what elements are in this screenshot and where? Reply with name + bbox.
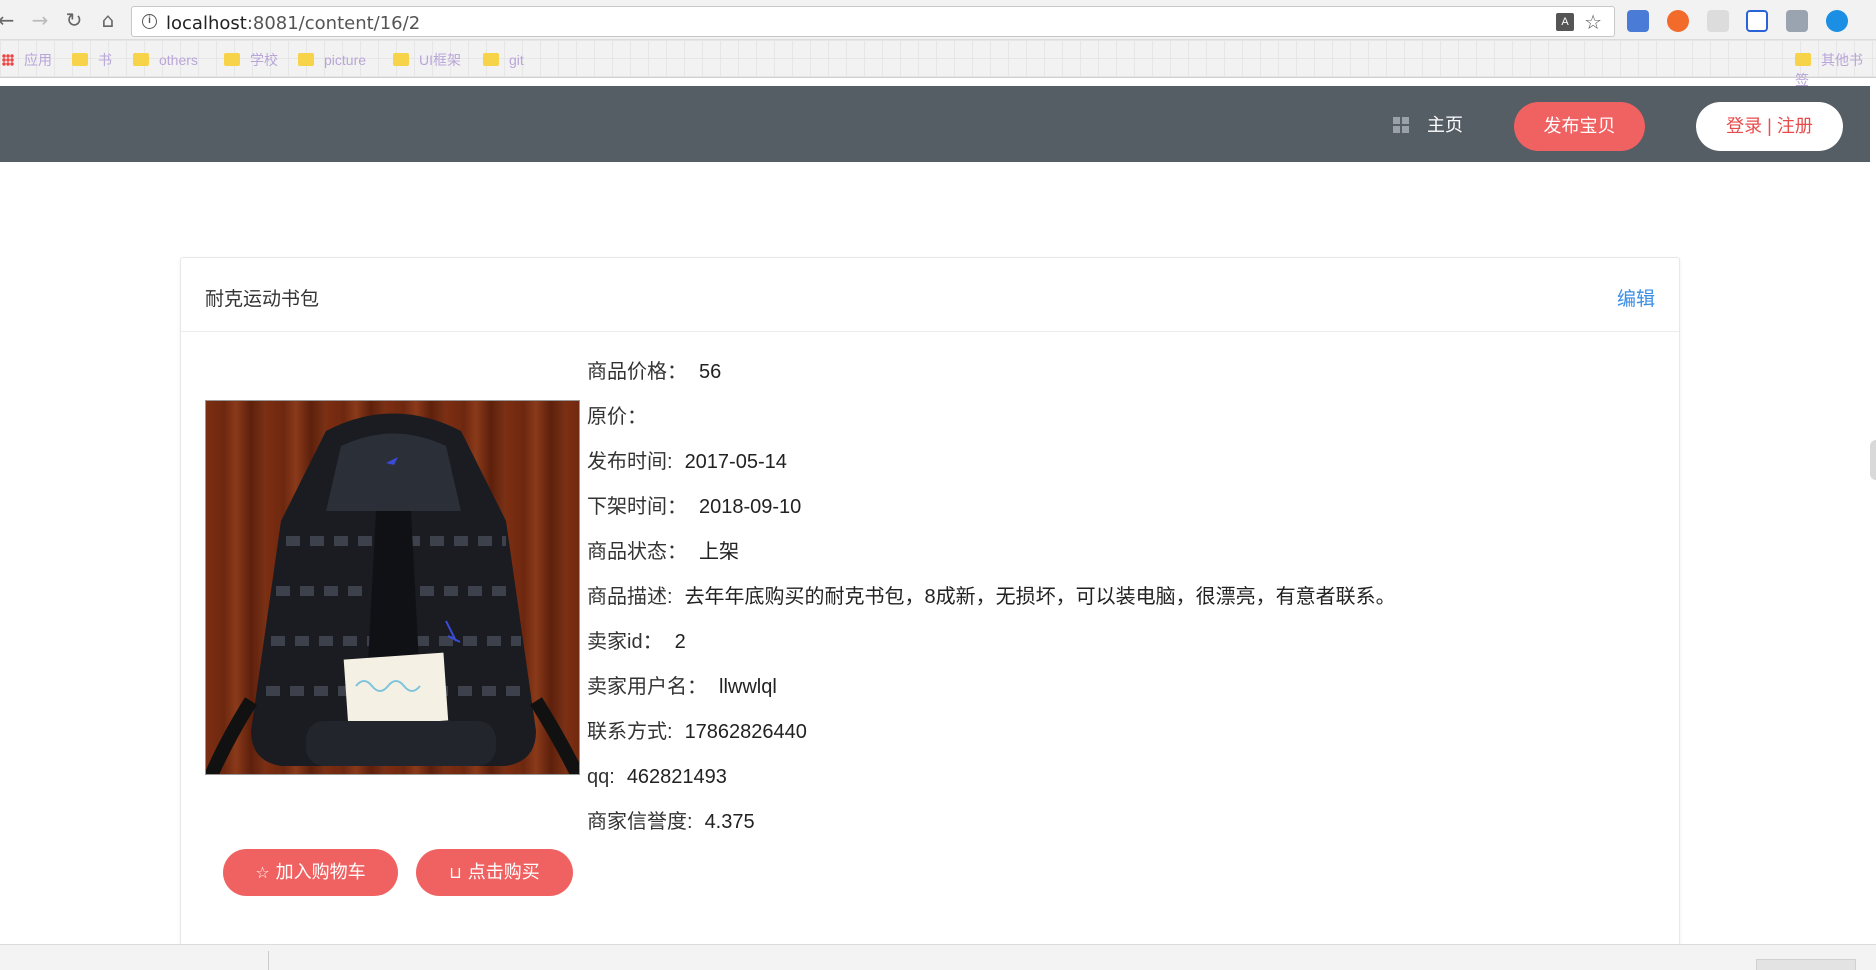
detail-label: 商家信誉度:	[587, 811, 693, 833]
detail-label: 卖家id：	[587, 631, 663, 653]
url-path: :8081/content/16/2	[246, 13, 421, 34]
add-to-cart-button[interactable]: ☆ 加入购物车	[223, 849, 398, 896]
download-extension-icon[interactable]	[1786, 10, 1808, 32]
detail-value: 56	[699, 361, 722, 383]
forward-icon[interactable]: →	[28, 8, 52, 32]
folder-icon	[1795, 53, 1811, 66]
google-translate-extension-icon[interactable]	[1627, 10, 1649, 32]
bookmark-apps[interactable]: 应用	[2, 50, 52, 70]
detail-label: 下架时间：	[587, 496, 687, 518]
buy-now-button[interactable]: ⊔ 点击购买	[416, 849, 573, 896]
url-host: localhost	[166, 13, 247, 34]
blue-extension-icon[interactable]	[1746, 10, 1768, 32]
detail-description: 商品描述: 去年年底购买的耐克书包，8成新，无损坏，可以装电脑，很漂亮，有意者联系…	[587, 583, 1396, 611]
bookmark-label: 学校	[250, 52, 278, 68]
detail-seller-username: 卖家用户名： llwwlql	[587, 673, 777, 701]
detail-label: 商品价格：	[587, 361, 687, 383]
show-all-button[interactable]	[1756, 959, 1856, 970]
folder-icon	[72, 53, 88, 66]
home-label: 主页	[1427, 115, 1463, 135]
star-icon: ☆	[255, 863, 270, 882]
detail-value: 上架	[699, 541, 739, 563]
detail-label: 卖家用户名：	[587, 676, 707, 698]
detail-value: 462821493	[626, 766, 727, 788]
folder-icon	[298, 53, 314, 66]
bookmark-label: others	[159, 52, 198, 68]
card-header: 耐克运动书包 编辑	[181, 258, 1679, 332]
detail-value: 4.375	[704, 811, 755, 833]
info-icon[interactable]: i	[142, 14, 157, 29]
bookmark-label: picture	[324, 52, 367, 68]
folder-icon	[133, 53, 149, 66]
detail-label: 商品状态：	[587, 541, 687, 563]
bookmark-label: 书	[98, 52, 112, 68]
detail-label: qq:	[587, 766, 615, 788]
login-link[interactable]: 登录	[1726, 116, 1762, 136]
app-header: 主页 发布宝贝 登录 | 注册	[0, 86, 1870, 162]
edge-extension-icon[interactable]	[1826, 10, 1848, 32]
home-nav-link[interactable]: 主页	[1393, 114, 1463, 136]
translate-icon[interactable]: A	[1556, 13, 1574, 31]
detail-value: 2	[674, 631, 686, 653]
product-image	[205, 400, 580, 775]
back-icon[interactable]: ←	[0, 8, 18, 32]
detail-value: llwwlql	[719, 676, 777, 698]
detail-value: 2018-09-10	[699, 496, 802, 518]
detail-credit: 商家信誉度: 4.375	[587, 808, 755, 836]
detail-seller-id: 卖家id： 2	[587, 628, 686, 656]
bookmark-star-icon[interactable]: ☆	[1584, 10, 1602, 35]
address-bar[interactable]: i localhost:8081/content/16/2 A ☆	[131, 6, 1615, 37]
detail-value: 去年年底购买的耐克书包，8成新，无损坏，可以装电脑，很漂亮，有意者联系。	[684, 586, 1396, 608]
detail-status: 商品状态： 上架	[587, 538, 739, 566]
gray-extension-icon[interactable]	[1707, 10, 1729, 32]
side-scroll-handle[interactable]	[1870, 440, 1876, 480]
detail-label: 联系方式:	[587, 721, 673, 743]
reload-icon[interactable]: ↻	[62, 8, 86, 32]
home-icon[interactable]: ⌂	[96, 8, 120, 32]
folder-icon	[483, 53, 499, 66]
bookmark-other-bookmarks[interactable]: 其他书签	[1795, 50, 1876, 88]
folder-icon	[393, 53, 409, 66]
detail-label: 商品描述:	[587, 586, 673, 608]
detail-publish-time: 发布时间: 2017-05-14	[587, 448, 787, 476]
detail-label: 发布时间:	[587, 451, 673, 473]
auth-button: 登录 | 注册	[1696, 102, 1843, 151]
shopping-bag-icon: ⊔	[449, 863, 462, 882]
folder-icon	[224, 53, 240, 66]
bookmark-school[interactable]: 学校	[224, 50, 278, 70]
buy-label: 点击购买	[467, 862, 540, 882]
bookmark-git[interactable]: git	[483, 50, 524, 70]
product-title: 耐克运动书包	[205, 289, 320, 310]
divider	[268, 951, 269, 970]
download-bar	[0, 944, 1876, 970]
apps-icon	[2, 54, 14, 66]
auth-divider: |	[1767, 116, 1772, 136]
url-text: localhost:8081/content/16/2	[166, 13, 420, 34]
bookmark-label: UI框架	[419, 52, 461, 68]
detail-original-price: 原价：	[587, 403, 659, 431]
browser-toolbar: ← → ↻ ⌂ i localhost:8081/content/16/2 A …	[0, 0, 1876, 40]
detail-price: 商品价格： 56	[587, 358, 721, 386]
bookmark-ui-frameworks[interactable]: UI框架	[393, 50, 461, 70]
bookmark-label: git	[509, 52, 524, 68]
backpack-illustration	[206, 413, 579, 774]
orange-extension-icon[interactable]	[1667, 10, 1689, 32]
detail-delist-time: 下架时间： 2018-09-10	[587, 493, 801, 521]
bookmark-others[interactable]: others	[133, 50, 198, 70]
detail-value: 17862826440	[684, 721, 807, 743]
bookmark-books[interactable]: 书	[72, 50, 112, 70]
bookmarks-bar: 应用 书 others 学校 picture UI框架 git 其他书签	[0, 40, 1876, 88]
detail-label: 原价：	[587, 406, 647, 428]
bookmark-picture[interactable]: picture	[298, 50, 366, 70]
publish-item-button[interactable]: 发布宝贝	[1514, 102, 1645, 151]
detail-contact: 联系方式: 17862826440	[587, 718, 807, 746]
add-to-cart-label: 加入购物车	[275, 862, 366, 882]
grid-icon	[1393, 117, 1409, 133]
register-link[interactable]: 注册	[1777, 116, 1813, 136]
product-card: 耐克运动书包 编辑 商品价格： 56 原价： 发布时间: 2017-05-14 下架…	[180, 257, 1680, 970]
bookmark-label: 应用	[24, 52, 52, 68]
edit-link[interactable]: 编辑	[1617, 284, 1655, 311]
detail-value: 2017-05-14	[684, 451, 787, 473]
detail-qq: qq: 462821493	[587, 763, 727, 791]
